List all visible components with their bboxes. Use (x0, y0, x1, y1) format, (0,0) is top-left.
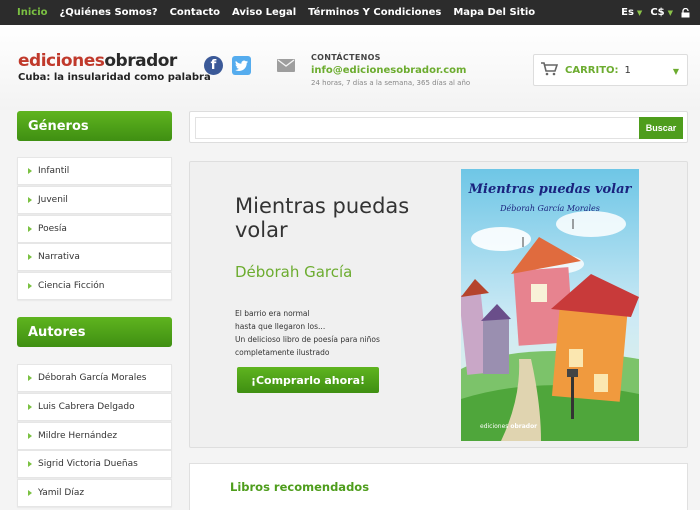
arrow-right-icon (28, 490, 32, 497)
author-label: Luis Cabrera Delgado (38, 401, 135, 412)
genre-item[interactable]: Infantil (17, 157, 172, 185)
language-select[interactable]: Es ▼ (621, 7, 642, 18)
author-item[interactable]: Déborah García Morales (17, 364, 172, 392)
language-value: Es (621, 7, 634, 18)
author-item[interactable]: Mildre Hernández (17, 421, 172, 450)
genre-item[interactable]: Ciencia Ficción (17, 272, 172, 301)
cart-icon (541, 61, 559, 80)
genre-label: Poesía (38, 223, 67, 234)
contact-label: CONTÁCTENOS (311, 53, 381, 62)
cart-count: 1 (624, 64, 631, 76)
cart-label: CARRITO: (565, 64, 619, 76)
contact-block: CONTÁCTENOS info@edicionesobrador.com 24… (311, 53, 470, 87)
genre-label: Juvenil (38, 194, 68, 205)
lock-icon[interactable] (681, 7, 690, 18)
buy-now-button[interactable]: ¡Comprarlo ahora! (237, 367, 379, 393)
cart-dropdown[interactable]: CARRITO: 1 ▼ (533, 54, 688, 86)
arrow-right-icon (28, 225, 32, 232)
facebook-icon[interactable]: f (204, 56, 223, 75)
description-line: hasta que llegaron los... (235, 322, 326, 331)
author-item[interactable]: Luis Cabrera Delgado (17, 392, 172, 421)
chevron-down-icon: ▼ (672, 67, 679, 76)
nav-terminos[interactable]: Términos Y Condiciones (308, 7, 441, 18)
social-links: f (204, 56, 251, 75)
nav-inicio[interactable]: Inicio (17, 7, 48, 18)
arrow-right-icon (28, 168, 32, 174)
cover-author: Déborah García Morales (500, 204, 600, 213)
arrow-right-icon (28, 403, 32, 410)
featured-author[interactable]: Déborah García (235, 263, 352, 281)
nav-aviso-legal[interactable]: Aviso Legal (232, 7, 296, 18)
genres-heading: Géneros (17, 111, 172, 141)
authors-list: Déborah García Morales Luis Cabrera Delg… (17, 364, 172, 508)
genre-label: Ciencia Ficción (38, 281, 105, 292)
contact-email[interactable]: info@edicionesobrador.com (311, 65, 470, 76)
featured-book: Mientras puedas volar Déborah García El … (189, 161, 688, 448)
cover-publisher-a: ediciones (480, 423, 511, 430)
cover-publisher-b: obrador (510, 423, 538, 430)
arrow-right-icon (28, 254, 32, 261)
nav-quienes-somos[interactable]: ¿Quiénes Somos? (60, 7, 158, 18)
arrow-right-icon (28, 375, 32, 381)
genres-list: Infantil Juvenil Poesía Narrativa Cienci… (17, 157, 172, 301)
description-line: El barrio era normal (235, 309, 310, 318)
recommended-section: Libros recomendados (189, 463, 688, 510)
genre-item[interactable]: Juvenil (17, 185, 172, 214)
cover-title: Mientras puedas volar (468, 182, 632, 197)
logo-part-2: obrador (104, 51, 177, 71)
twitter-icon[interactable] (232, 56, 251, 75)
genre-item[interactable]: Poesía (17, 214, 172, 243)
authors-heading: Autores (17, 317, 172, 347)
currency-value: C$ (650, 7, 665, 18)
author-item[interactable]: Yamil Díaz (17, 479, 172, 508)
currency-select[interactable]: C$ ▼ (650, 7, 673, 18)
author-label: Mildre Hernández (38, 430, 118, 441)
logo-part-1: ediciones (18, 51, 105, 71)
author-label: Yamil Díaz (38, 488, 85, 499)
arrow-right-icon (28, 461, 32, 468)
book-cover[interactable]: Mientras puedas volar Déborah García Mor… (458, 169, 639, 441)
search-input[interactable] (195, 117, 640, 139)
contact-hours: 24 horas, 7 días a la semana, 365 días a… (311, 79, 471, 87)
arrow-right-icon (28, 432, 32, 439)
top-bar: Inicio ¿Quiénes Somos? Contacto Aviso Le… (0, 0, 700, 25)
description-line: completamente ilustrado (235, 348, 330, 357)
logo-tagline: Cuba: la insularidad como palabra (18, 72, 211, 83)
nav-mapa-sitio[interactable]: Mapa Del Sitio (453, 7, 535, 18)
top-nav: Inicio ¿Quiénes Somos? Contacto Aviso Le… (17, 0, 547, 25)
author-label: Sigrid Victoria Dueñas (38, 459, 138, 470)
cover-publisher: ediciones obrador (480, 423, 537, 430)
logo-wordmark: edicionesobrador (18, 52, 211, 70)
recommended-title: Libros recomendados (230, 480, 370, 494)
search-bar: Buscar (189, 111, 688, 143)
description-line: Un delicioso libro de poesía para niños (235, 335, 380, 344)
genre-label: Narrativa (38, 252, 80, 263)
top-right-controls: Es ▼ C$ ▼ (621, 0, 690, 25)
genre-label: Infantil (38, 166, 70, 176)
chevron-down-icon: ▼ (636, 8, 643, 17)
arrow-right-icon (28, 196, 32, 203)
logo[interactable]: edicionesobrador Cuba: la insularidad co… (18, 52, 211, 83)
mail-icon (277, 57, 295, 76)
search-button[interactable]: Buscar (639, 117, 683, 139)
nav-contacto[interactable]: Contacto (170, 7, 220, 18)
genre-item[interactable]: Narrativa (17, 243, 172, 272)
author-item[interactable]: Sigrid Victoria Dueñas (17, 450, 172, 479)
arrow-right-icon (28, 283, 32, 290)
chevron-down-icon: ▼ (667, 8, 673, 17)
featured-description: El barrio era normal hasta que llegaron … (235, 307, 380, 359)
featured-title: Mientras puedas volar (235, 194, 410, 242)
author-label: Déborah García Morales (38, 373, 147, 383)
